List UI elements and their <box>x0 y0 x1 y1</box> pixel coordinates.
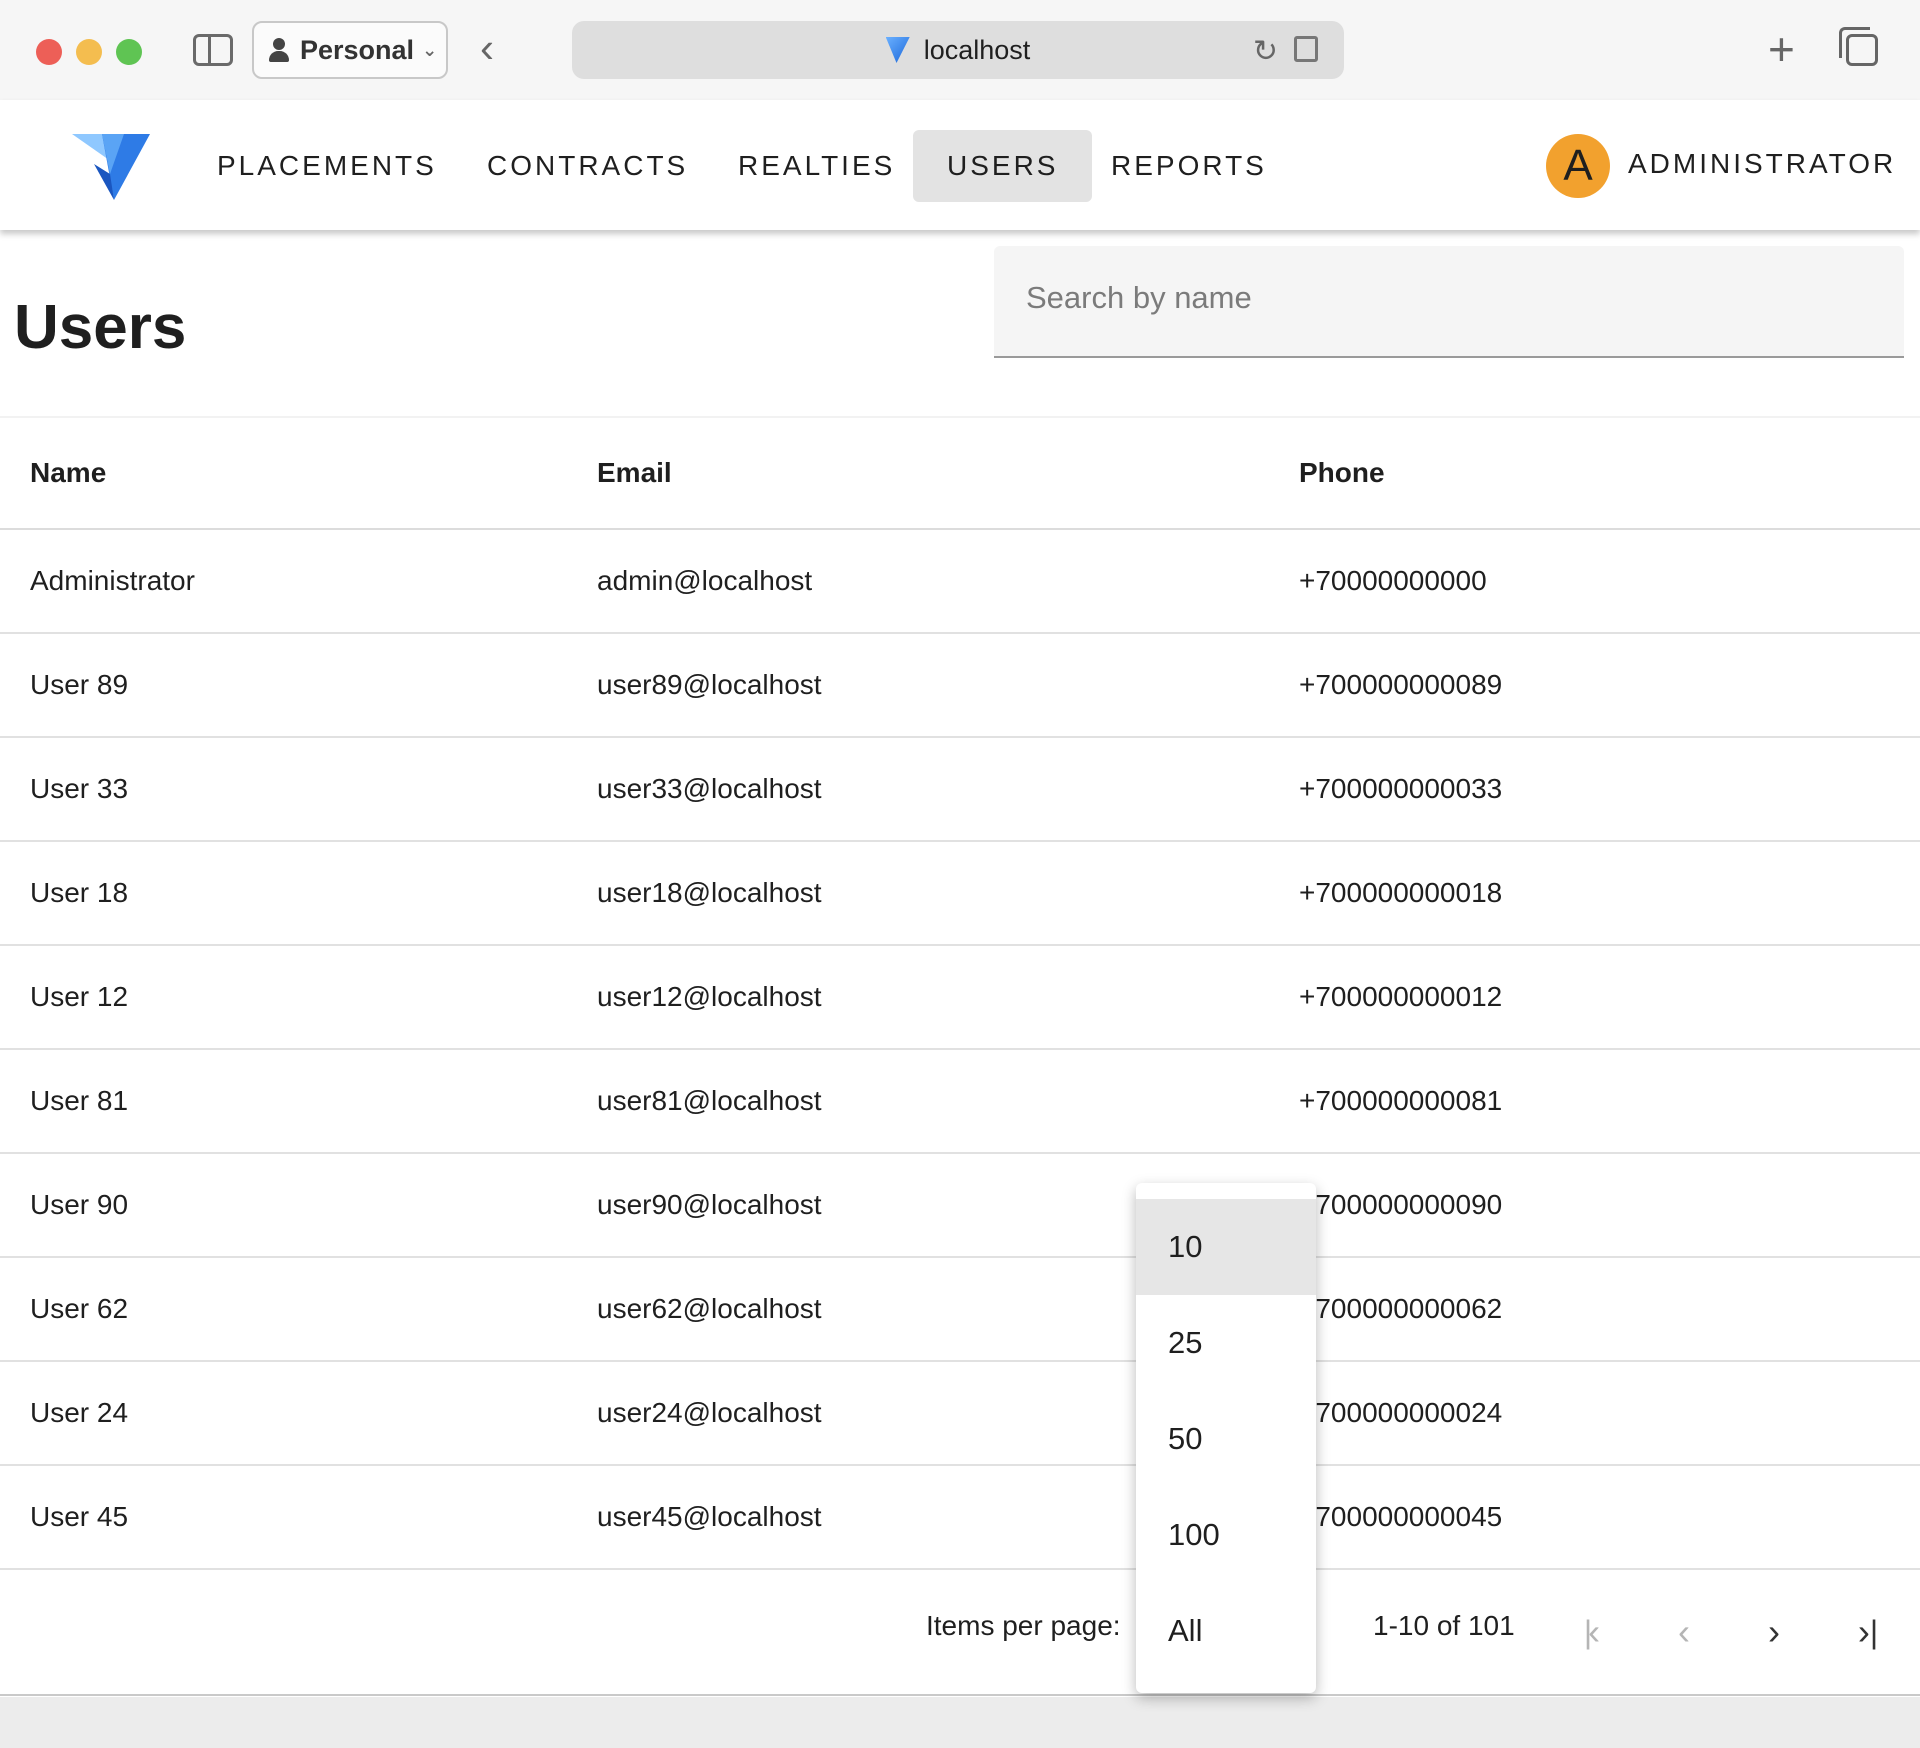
table-row[interactable]: User 18 user18@localhost +700000000018 <box>0 842 1920 946</box>
menu-option-50[interactable]: 50 <box>1136 1391 1316 1487</box>
cell-name: User 12 <box>30 981 129 1012</box>
cell-name: User 81 <box>30 1085 129 1116</box>
nav-users[interactable]: USERS <box>913 130 1093 202</box>
app-logo[interactable] <box>72 134 150 200</box>
cell-name: Administrator <box>30 565 195 596</box>
back-button[interactable]: ‹ <box>480 24 494 72</box>
cell-phone: +700000000024 <box>1299 1397 1503 1428</box>
nav-reports[interactable]: REPORTS <box>1077 130 1301 202</box>
cell-phone: +700000000033 <box>1299 773 1503 804</box>
app-header: PLACEMENTS CONTRACTS REALTIES USERS REPO… <box>0 100 1920 230</box>
last-page-button[interactable]: › | <box>1836 1602 1896 1662</box>
items-per-page-menu: 10 25 50 100 All <box>1136 1183 1316 1693</box>
cell-name: User 62 <box>30 1293 129 1324</box>
sidebar-toggle-icon[interactable] <box>193 34 233 66</box>
minimize-window-button[interactable] <box>76 39 102 65</box>
table-row[interactable]: User 62 user62@localhost +700000000062 <box>0 1258 1920 1362</box>
cell-email: user24@localhost <box>597 1397 822 1428</box>
nav-placements[interactable]: PLACEMENTS <box>183 130 471 202</box>
cell-email: user12@localhost <box>597 981 822 1012</box>
cell-phone: +700000000089 <box>1299 669 1503 700</box>
person-icon <box>268 38 290 62</box>
cell-email: user62@localhost <box>597 1293 822 1324</box>
menu-option-100[interactable]: 100 <box>1136 1487 1316 1583</box>
table-row[interactable]: User 81 user81@localhost +700000000081 <box>0 1050 1920 1154</box>
cell-name: User 18 <box>30 877 129 908</box>
table-row[interactable]: Administrator admin@localhost +700000000… <box>0 530 1920 634</box>
search-field[interactable] <box>994 246 1904 358</box>
page-range-text: 1-10 of 101 <box>1373 1610 1515 1641</box>
cell-phone: +700000000045 <box>1299 1501 1503 1532</box>
previous-page-button[interactable]: ‹ <box>1654 1602 1714 1662</box>
url-text: localhost <box>923 34 1031 65</box>
table-row[interactable]: User 24 user24@localhost +700000000024 <box>0 1362 1920 1466</box>
profile-label: Personal <box>300 34 415 65</box>
address-bar[interactable]: localhost ↻ <box>572 21 1344 79</box>
site-favicon-icon <box>886 37 910 63</box>
table-pagination: Items per page: 10 1-10 of 101 |‹ ‹ › ›| <box>0 1572 1920 1696</box>
cell-email: user89@localhost <box>597 669 822 700</box>
new-tab-button[interactable]: + <box>1768 22 1795 76</box>
cell-phone: +700000000062 <box>1299 1293 1503 1324</box>
menu-option-all[interactable]: All <box>1136 1583 1316 1679</box>
cell-name: User 45 <box>30 1501 129 1532</box>
reload-icon[interactable]: ↻ <box>1253 34 1278 69</box>
avatar[interactable]: A <box>1546 134 1610 198</box>
table-row[interactable]: User 33 user33@localhost +700000000033 <box>0 738 1920 842</box>
column-header-name: Name <box>30 457 107 488</box>
column-header-email: Email <box>597 457 672 488</box>
cell-name: User 90 <box>30 1189 129 1220</box>
nav-contracts[interactable]: CONTRACTS <box>453 130 722 202</box>
reader-mode-icon[interactable] <box>1294 36 1318 62</box>
zoom-window-button[interactable] <box>116 39 142 65</box>
items-per-page-label: Items per page: <box>926 1610 1121 1641</box>
cell-name: User 89 <box>30 669 129 700</box>
cell-email: user33@localhost <box>597 773 822 804</box>
nav-realties[interactable]: REALTIES <box>704 130 929 202</box>
table-row[interactable]: User 12 user12@localhost +700000000012 <box>0 946 1920 1050</box>
chevron-down-icon: ⌄ <box>422 39 438 60</box>
table-row[interactable]: User 90 user90@localhost +700000000090 <box>0 1154 1920 1258</box>
browser-toolbar: Personal ⌄ ‹ localhost ↻ + <box>0 0 1920 100</box>
page-title: Users <box>14 293 187 362</box>
cell-email: user45@localhost <box>597 1501 822 1532</box>
app-window: PLACEMENTS CONTRACTS REALTIES USERS REPO… <box>0 100 1920 1697</box>
column-header-phone: Phone <box>1299 457 1385 488</box>
cell-phone: +700000000090 <box>1299 1189 1503 1220</box>
profile-selector[interactable]: Personal ⌄ <box>252 21 448 79</box>
user-menu-name[interactable]: ADMINISTRATOR <box>1628 148 1896 180</box>
cell-phone: +700000000018 <box>1299 877 1503 908</box>
close-window-button[interactable] <box>36 39 62 65</box>
cell-email: user81@localhost <box>597 1085 822 1116</box>
cell-email: user90@localhost <box>597 1189 822 1220</box>
first-page-button[interactable]: | ‹ <box>1562 1602 1622 1662</box>
cell-name: User 24 <box>30 1397 129 1428</box>
users-table: Name Email Phone Administrator admin@loc… <box>0 416 1920 1570</box>
tab-overview-icon[interactable] <box>1839 27 1878 66</box>
cell-phone: +70000000000 <box>1299 565 1487 596</box>
search-input[interactable] <box>1026 276 1866 320</box>
next-page-button[interactable]: › <box>1744 1602 1804 1662</box>
menu-option-25[interactable]: 25 <box>1136 1295 1316 1391</box>
cell-name: User 33 <box>30 773 129 804</box>
menu-option-10[interactable]: 10 <box>1136 1199 1316 1295</box>
table-row[interactable]: User 45 user45@localhost +700000000045 <box>0 1466 1920 1570</box>
window-bottom-edge <box>0 1697 1920 1748</box>
cell-phone: +700000000012 <box>1299 981 1503 1012</box>
cell-email: user18@localhost <box>597 877 822 908</box>
table-header-row: Name Email Phone <box>0 416 1920 530</box>
cell-email: admin@localhost <box>597 565 813 596</box>
cell-phone: +700000000081 <box>1299 1085 1503 1116</box>
table-row[interactable]: User 89 user89@localhost +700000000089 <box>0 634 1920 738</box>
